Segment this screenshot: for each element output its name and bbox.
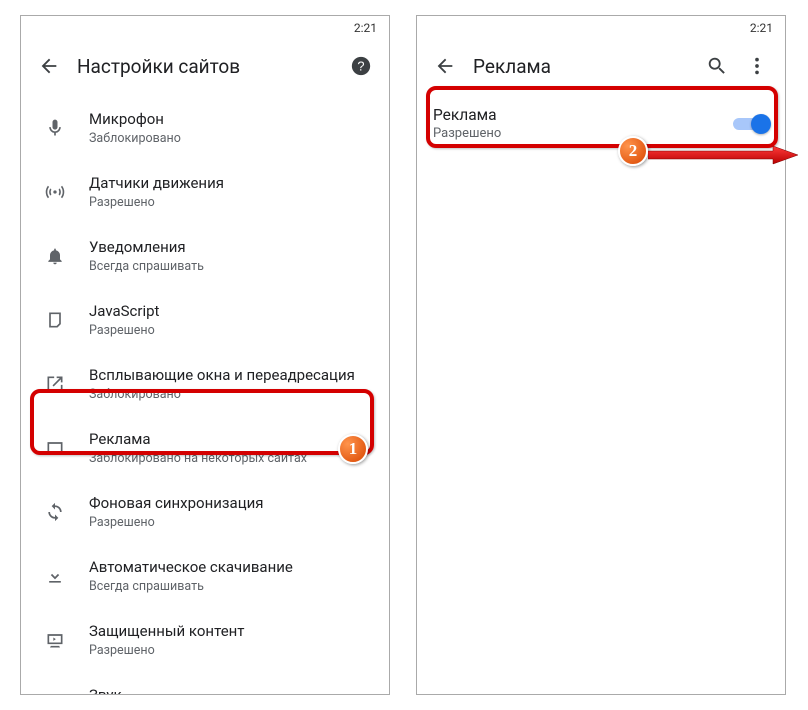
protected-content-icon [35,630,75,650]
setting-javascript[interactable]: JavaScript Разрешено [21,288,389,352]
app-bar: Реклама [417,40,785,92]
download-icon [35,566,75,586]
setting-sub: Заблокировано на некоторых сайтах [89,451,373,466]
status-bar: 2:21 [21,16,389,40]
sound-icon [35,694,75,695]
setting-label: Реклама [89,430,373,450]
setting-label: Фоновая синхронизация [89,494,373,514]
setting-label: Микрофон [89,110,373,130]
help-button[interactable]: ? [341,46,381,86]
ads-switch[interactable] [733,114,769,134]
setting-label: Датчики движения [89,174,373,194]
back-button[interactable] [425,46,465,86]
bell-icon [35,246,75,266]
setting-label: Всплывающие окна и переадресация [89,366,373,386]
setting-sub: Всегда спрашивать [89,259,373,274]
setting-label: Автоматическое скачивание [89,558,373,578]
toggle-sub: Разрешено [433,126,733,141]
setting-microphone[interactable]: Микрофон Заблокировано [21,96,389,160]
setting-protected-content[interactable]: Защищенный контент Разрешено [21,608,389,672]
phone-right: 2:21 Реклама Реклама Разрешено [416,15,786,695]
setting-ads[interactable]: Реклама Заблокировано на некоторых сайта… [21,416,389,480]
sync-icon [35,502,75,522]
overflow-menu-button[interactable] [737,46,777,86]
setting-sub: Разрешено [89,195,373,210]
setting-sub: Заблокировано [89,131,373,146]
setting-sound[interactable]: Звук Разрешено [21,672,389,695]
setting-label: Звук [89,686,373,695]
status-time: 2:21 [354,21,377,35]
setting-background-sync[interactable]: Фоновая синхронизация Разрешено [21,480,389,544]
setting-sub: Всегда спрашивать [89,579,373,594]
phone-left: 2:21 Настройки сайтов ? Микрофон Заблоки… [20,15,390,695]
setting-sub: Заблокировано [89,387,373,402]
popup-icon [35,374,75,394]
status-time: 2:21 [750,21,773,35]
setting-label: Уведомления [89,238,373,258]
back-button[interactable] [29,46,69,86]
setting-sub: Разрешено [89,515,373,530]
javascript-icon [35,310,75,330]
ads-icon [35,438,75,458]
setting-popups[interactable]: Всплывающие окна и переадресация Заблоки… [21,352,389,416]
setting-notifications[interactable]: Уведомления Всегда спрашивать [21,224,389,288]
svg-text:?: ? [357,59,364,74]
setting-sub: Разрешено [89,323,373,338]
page-title: Настройки сайтов [69,55,341,78]
settings-list: Микрофон Заблокировано Датчики движения … [21,92,389,695]
app-bar: Настройки сайтов ? [21,40,389,92]
page-title: Реклама [465,55,697,78]
setting-label: Защищенный контент [89,622,373,642]
setting-auto-download[interactable]: Автоматическое скачивание Всегда спрашив… [21,544,389,608]
setting-sub: Разрешено [89,643,373,658]
ads-toggle-row[interactable]: Реклама Разрешено [417,92,785,155]
setting-motion-sensors[interactable]: Датчики движения Разрешено [21,160,389,224]
status-bar: 2:21 [417,16,785,40]
toggle-label: Реклама [433,106,733,124]
setting-label: JavaScript [89,302,373,322]
sensors-icon [35,182,75,202]
search-button[interactable] [697,46,737,86]
mic-icon [35,118,75,138]
